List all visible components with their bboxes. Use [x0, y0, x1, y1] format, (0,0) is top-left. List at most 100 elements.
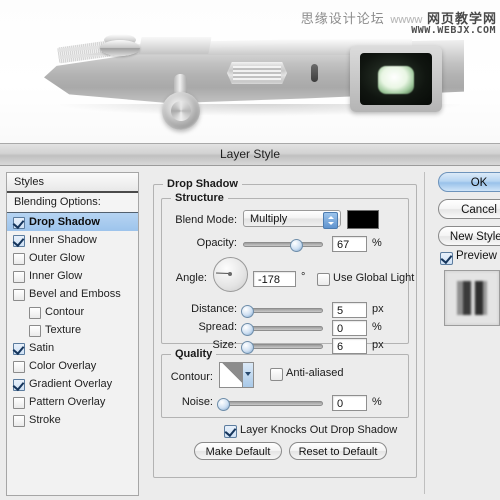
- distance-unit: px: [372, 303, 384, 315]
- noise-slider-thumb[interactable]: [217, 398, 230, 411]
- dialog-title: Layer Style: [219, 147, 281, 161]
- style-item-label: Texture: [45, 324, 82, 336]
- camera-photo: 思缘设计论坛 wwww 网页教学网 WWW.WEBJX.COM: [0, 0, 500, 143]
- blend-mode-select[interactable]: Multiply: [243, 210, 341, 229]
- spread-unit: %: [372, 321, 382, 333]
- style-item-label: Stroke: [29, 414, 61, 426]
- style-item-checkbox[interactable]: [13, 361, 25, 373]
- style-item-inner-glow[interactable]: Inner Glow: [7, 267, 138, 285]
- opacity-unit: %: [372, 237, 382, 249]
- style-item-inner-shadow[interactable]: Inner Shadow: [7, 231, 138, 249]
- style-item-label: Color Overlay: [29, 360, 97, 372]
- angle-dial[interactable]: [213, 257, 248, 292]
- ok-button[interactable]: OK: [438, 172, 500, 192]
- contour-preset-picker[interactable]: [219, 362, 254, 388]
- noise-slider-track[interactable]: [219, 401, 323, 406]
- style-item-checkbox[interactable]: [13, 415, 25, 427]
- anti-aliased-checkbox[interactable]: [270, 368, 283, 381]
- opacity-slider-track[interactable]: [243, 242, 323, 247]
- anti-aliased-label: Anti-aliased: [286, 367, 344, 379]
- style-item-checkbox[interactable]: [29, 325, 41, 337]
- watermark-forum-text: 思缘设计论坛: [300, 12, 385, 27]
- spread-slider-track[interactable]: [243, 326, 323, 331]
- contour-label: Contour:: [170, 371, 213, 383]
- opacity-label: Opacity:: [196, 237, 237, 249]
- angle-hub-icon: [228, 272, 232, 276]
- style-item-outer-glow[interactable]: Outer Glow: [7, 249, 138, 267]
- style-item-gradient-overlay[interactable]: Gradient Overlay: [7, 375, 138, 393]
- distance-label: Distance:: [191, 303, 237, 315]
- screenshot-root: 思缘设计论坛 wwww 网页教学网 WWW.WEBJX.COM Layer St…: [0, 0, 500, 500]
- style-item-pattern-overlay[interactable]: Pattern Overlay: [7, 393, 138, 411]
- style-item-contour[interactable]: Contour: [7, 303, 138, 321]
- noise-input[interactable]: 0: [332, 395, 367, 411]
- drop-shadow-group-title: Drop Shadow: [163, 178, 242, 190]
- reset-to-default-button[interactable]: Reset to Default: [289, 442, 387, 460]
- spread-slider-thumb[interactable]: [241, 323, 254, 336]
- angle-unit: °: [301, 271, 306, 283]
- style-item-checkbox[interactable]: [13, 235, 25, 247]
- camera-top-plate: [138, 37, 212, 54]
- new-style-button[interactable]: New Style..: [438, 226, 500, 246]
- style-item-checkbox[interactable]: [29, 307, 41, 319]
- noise-label: Noise:: [181, 396, 213, 408]
- make-default-button[interactable]: Make Default: [194, 442, 282, 460]
- size-slider-thumb[interactable]: [241, 341, 254, 354]
- use-global-light-label: Use Global Light: [333, 272, 415, 284]
- use-global-light-checkbox[interactable]: [317, 273, 330, 286]
- noise-unit: %: [372, 396, 382, 408]
- spread-label: Spread:: [198, 321, 237, 333]
- style-item-checkbox[interactable]: [13, 343, 25, 355]
- dialog-titlebar[interactable]: Layer Style: [0, 144, 500, 166]
- style-item-satin[interactable]: Satin: [7, 339, 138, 357]
- style-item-label: Drop Shadow: [29, 216, 100, 228]
- style-item-checkbox[interactable]: [13, 397, 25, 409]
- camera-mode-dial: [100, 40, 140, 56]
- style-item-checkbox[interactable]: [13, 253, 25, 265]
- shadow-color-swatch[interactable]: [347, 210, 379, 229]
- camera-shutter-button: [162, 92, 200, 130]
- angle-label: Angle:: [175, 272, 207, 284]
- chevron-down-icon: [242, 363, 253, 387]
- opacity-slider-thumb[interactable]: [290, 239, 303, 252]
- distance-slider-track[interactable]: [243, 308, 323, 313]
- opacity-input[interactable]: 67: [332, 236, 367, 252]
- camera-lens-glass: [378, 66, 414, 94]
- style-item-texture[interactable]: Texture: [7, 321, 138, 339]
- style-item-label: Gradient Overlay: [29, 378, 113, 390]
- chevron-updown-icon: [323, 212, 338, 229]
- structure-group-title: Structure: [171, 192, 228, 204]
- style-item-label: Inner Shadow: [29, 234, 97, 246]
- quality-group: Quality: [161, 348, 409, 418]
- layer-knocks-out-label: Layer Knocks Out Drop Shadow: [240, 424, 398, 436]
- distance-input[interactable]: 5: [332, 302, 367, 318]
- styles-panel-header: Styles: [7, 173, 138, 193]
- drop-shadow-section: Drop Shadow Structure Blend Mode: Multip…: [147, 172, 419, 494]
- layer-style-dialog: Layer Style Styles Blending Options: Def…: [0, 143, 500, 500]
- cancel-button[interactable]: Cancel: [438, 199, 500, 219]
- blending-options-row[interactable]: Blending Options: Default: [7, 193, 138, 227]
- style-item-label: Pattern Overlay: [29, 396, 106, 408]
- size-input[interactable]: 6: [332, 338, 367, 354]
- camera-pin-port: [311, 64, 318, 82]
- style-item-checkbox[interactable]: [13, 379, 25, 391]
- angle-input[interactable]: -178: [253, 271, 296, 287]
- spread-input[interactable]: 0: [332, 320, 367, 336]
- size-slider-track[interactable]: [243, 344, 323, 349]
- style-effect-list: Drop Shadow Inner Shadow Outer Glow Inner G…: [7, 213, 138, 429]
- panel-divider: [424, 172, 425, 494]
- distance-slider-thumb[interactable]: [241, 305, 254, 318]
- size-unit: px: [372, 339, 384, 351]
- style-item-checkbox[interactable]: [13, 217, 25, 229]
- style-item-checkbox[interactable]: [13, 271, 25, 283]
- dialog-body: Styles Blending Options: Default Drop Sh…: [0, 166, 500, 500]
- preview-checkbox[interactable]: [440, 252, 453, 265]
- style-item-label: Contour: [45, 306, 85, 318]
- layer-knocks-out-checkbox[interactable]: [224, 425, 237, 438]
- style-item-label: Satin: [29, 342, 55, 354]
- style-item-stroke[interactable]: Stroke: [7, 411, 138, 429]
- style-item-checkbox[interactable]: [13, 289, 25, 301]
- style-item-drop-shadow[interactable]: Drop Shadow: [7, 213, 138, 231]
- style-item-color-overlay[interactable]: Color Overlay: [7, 357, 138, 375]
- style-item-bevel-and-emboss[interactable]: Bevel and Emboss: [7, 285, 138, 303]
